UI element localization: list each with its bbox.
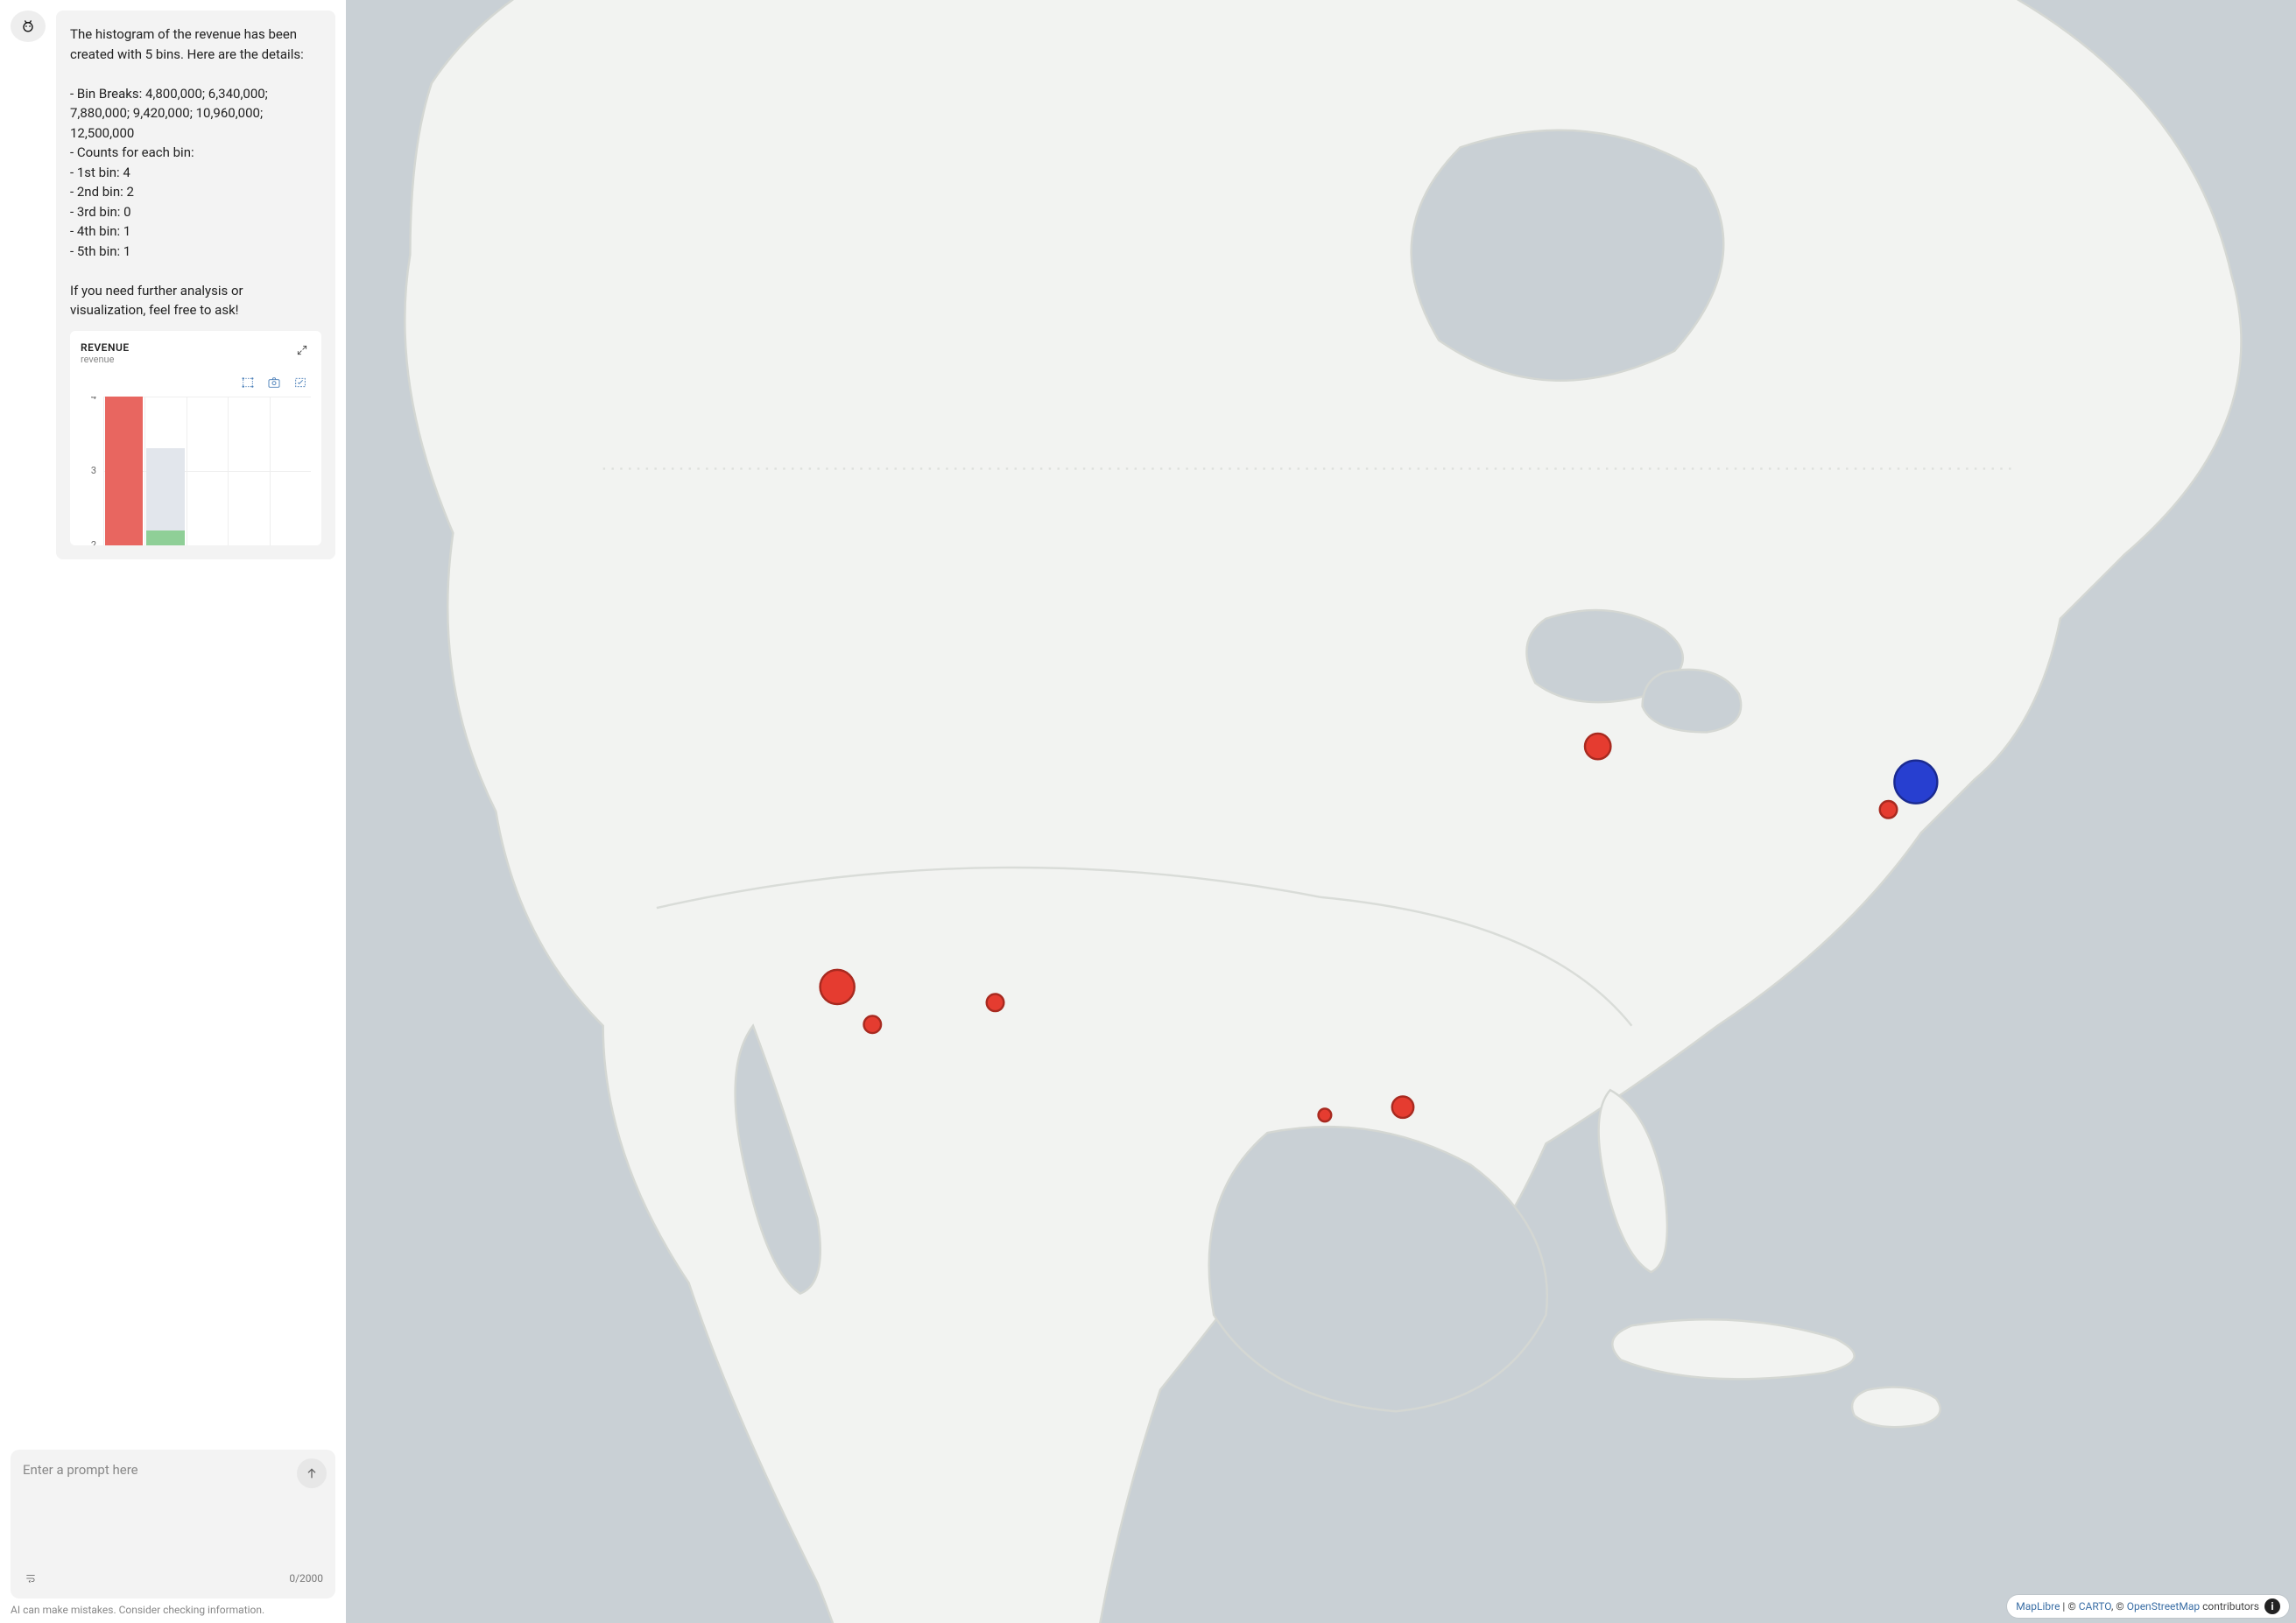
assistant-message: The histogram of the revenue has been cr… bbox=[11, 11, 335, 559]
maplibre-link[interactable]: MapLibre bbox=[2016, 1600, 2060, 1612]
marker-la[interactable] bbox=[864, 1015, 882, 1033]
arrow-up-icon bbox=[305, 1466, 319, 1480]
marker-phoenix[interactable] bbox=[987, 994, 1004, 1012]
wrap-toggle[interactable] bbox=[23, 1570, 39, 1586]
box-select-icon bbox=[240, 376, 256, 390]
prompt-box: 0/2000 bbox=[11, 1450, 335, 1598]
histogram-bar-5 bbox=[270, 397, 311, 545]
histogram-bar-2 bbox=[144, 397, 186, 545]
prompt-input[interactable] bbox=[23, 1462, 323, 1565]
carto-link[interactable]: CARTO bbox=[2079, 1600, 2111, 1612]
expand-icon bbox=[296, 344, 308, 356]
camera-icon bbox=[266, 376, 282, 390]
marker-austin[interactable] bbox=[1319, 1108, 1332, 1121]
histogram-bar-4 bbox=[228, 397, 269, 545]
marker-chicago[interactable] bbox=[1585, 734, 1610, 759]
expand-chart-button[interactable] bbox=[293, 341, 311, 359]
robot-icon bbox=[19, 18, 37, 35]
chart-title: REVENUE bbox=[81, 341, 130, 354]
chart-subtitle: revenue bbox=[81, 354, 130, 365]
marker-nyc[interactable] bbox=[1894, 761, 1937, 804]
y-axis: 4 3 2 bbox=[81, 397, 100, 545]
char-counter: 0/2000 bbox=[289, 1572, 323, 1584]
wrap-icon bbox=[24, 1572, 38, 1584]
marker-dc[interactable] bbox=[1880, 801, 1898, 819]
histogram-bar-1 bbox=[103, 397, 144, 545]
disclaimer: AI can make mistakes. Consider checking … bbox=[11, 1604, 335, 1616]
map-panel[interactable]: MapLibre | © CARTO, © OpenStreetMap cont… bbox=[346, 0, 2296, 1623]
histogram-card: REVENUE revenue bbox=[70, 331, 321, 545]
camera-tool[interactable] bbox=[265, 374, 283, 391]
chat-scroll: The histogram of the revenue has been cr… bbox=[11, 11, 335, 1437]
message-card: The histogram of the revenue has been cr… bbox=[56, 11, 335, 559]
attribution-info-button[interactable]: i bbox=[2264, 1598, 2280, 1614]
map-canvas[interactable] bbox=[346, 0, 2296, 1623]
chat-panel: The histogram of the revenue has been cr… bbox=[0, 0, 346, 1623]
marker-houston[interactable] bbox=[1392, 1096, 1413, 1117]
histogram-body: 4 3 2 bbox=[81, 397, 311, 545]
marker-sf[interactable] bbox=[821, 970, 855, 1004]
map-attribution: MapLibre | © CARTO, © OpenStreetMap cont… bbox=[2007, 1595, 2289, 1618]
osm-link[interactable]: OpenStreetMap bbox=[2127, 1600, 2200, 1612]
send-button[interactable] bbox=[297, 1458, 327, 1488]
histogram-bar-3 bbox=[187, 397, 228, 545]
zoom-reset-icon bbox=[292, 376, 308, 390]
assistant-avatar bbox=[11, 11, 46, 42]
zoom-reset-tool[interactable] bbox=[292, 374, 309, 391]
box-select-tool[interactable] bbox=[239, 374, 257, 391]
histogram-bars bbox=[103, 397, 311, 545]
message-text: The histogram of the revenue has been cr… bbox=[70, 25, 321, 320]
